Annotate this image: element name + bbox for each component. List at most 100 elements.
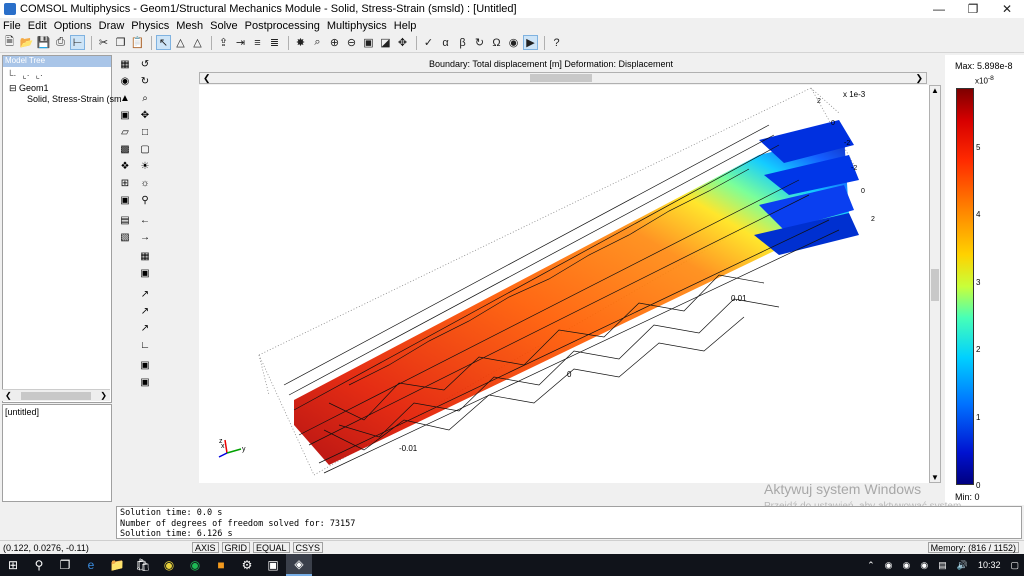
model-tree-toggle-icon[interactable]: ⊢ bbox=[70, 35, 85, 50]
physics-edge-icon[interactable]: ≡ bbox=[250, 35, 265, 50]
scroll-down-icon[interactable]: ▼ bbox=[931, 473, 939, 482]
draw-cylinder-icon[interactable]: ▣ bbox=[118, 108, 132, 122]
app-orange-icon[interactable]: ■ bbox=[208, 554, 234, 576]
arrow-left-icon[interactable]: ← bbox=[138, 213, 152, 227]
tree-view-icon[interactable]: └· bbox=[7, 70, 16, 80]
draw-copy-icon[interactable]: ❖ bbox=[118, 159, 132, 173]
zoom-selected-icon[interactable]: ◪ bbox=[378, 35, 393, 50]
zoom-window-icon[interactable]: ⌕ bbox=[310, 35, 325, 50]
tree-collapse-icon[interactable]: ⌞· bbox=[36, 70, 43, 81]
cut-icon[interactable]: ✂ bbox=[96, 35, 111, 50]
menu-postprocessing[interactable]: Postprocessing bbox=[245, 20, 320, 32]
solve-parametric-icon[interactable]: α bbox=[438, 35, 453, 50]
tree-node-solid-stress-strain[interactable]: Solid, Stress-Strain (sm bbox=[3, 94, 122, 104]
lighting-icon[interactable]: ☀ bbox=[138, 159, 152, 173]
view-xy-icon[interactable]: ↗ bbox=[138, 287, 152, 301]
draw-array-icon[interactable]: ▩ bbox=[118, 142, 132, 156]
view-yz-icon[interactable]: ↗ bbox=[138, 304, 152, 318]
scroll-left-icon[interactable]: ❮ bbox=[203, 73, 211, 84]
light-bulb-icon[interactable]: ⚲ bbox=[138, 193, 152, 207]
draw-block-icon[interactable]: ▦ bbox=[118, 57, 132, 71]
app-gear-icon[interactable]: ⚙ bbox=[234, 554, 260, 576]
view-increment-icon[interactable]: ▣ bbox=[138, 358, 152, 372]
draw-grid-icon[interactable]: ⊞ bbox=[118, 176, 132, 190]
spotify-icon[interactable]: ◉ bbox=[182, 554, 208, 576]
orbit-icon[interactable]: ↻ bbox=[138, 74, 152, 88]
start-icon[interactable]: ⊞ bbox=[0, 554, 26, 576]
tray-chevron-icon[interactable]: ⌃ bbox=[867, 560, 875, 571]
zoom-out-icon[interactable]: ⊖ bbox=[344, 35, 359, 50]
transparency-icon[interactable]: ▦ bbox=[138, 249, 152, 263]
chrome-icon[interactable]: ◉ bbox=[156, 554, 182, 576]
draw-camera-icon[interactable]: ▣ bbox=[118, 193, 132, 207]
zoom-extents-icon[interactable]: ▣ bbox=[361, 35, 376, 50]
headlight-icon[interactable]: ☼ bbox=[138, 176, 152, 190]
save-icon[interactable]: 💾 bbox=[36, 35, 51, 50]
draw-work-plane-icon[interactable]: ▱ bbox=[118, 125, 132, 139]
minimize-button[interactable]: — bbox=[922, 0, 956, 18]
draw-union-icon[interactable]: ▤ bbox=[118, 213, 132, 227]
scroll-thumb[interactable] bbox=[931, 269, 939, 301]
menu-edit[interactable]: Edit bbox=[28, 20, 47, 32]
menu-help[interactable]: Help bbox=[394, 20, 417, 32]
volume-icon[interactable]: 🔊 bbox=[957, 560, 968, 571]
axis-toggle-button[interactable]: AXIS bbox=[192, 542, 219, 553]
graphics-canvas[interactable]: -0.01 0 0.01 2 0 -2 -2 0 2 x 1e-3 z y x bbox=[199, 85, 929, 483]
draw-face-icon[interactable]: △ bbox=[190, 35, 205, 50]
photos-icon[interactable]: ▣ bbox=[260, 554, 286, 576]
grid-toggle-button[interactable]: GRID bbox=[221, 542, 251, 553]
omega-icon[interactable]: Ω bbox=[489, 35, 504, 50]
physics-point-icon[interactable]: ≣ bbox=[267, 35, 282, 50]
view-zx-icon[interactable]: ↗ bbox=[138, 321, 152, 335]
equal-toggle-button[interactable]: EQUAL bbox=[253, 542, 290, 553]
draw-sphere-icon[interactable]: ◉ bbox=[118, 74, 132, 88]
tray-app-icon[interactable]: ◉ bbox=[903, 560, 911, 571]
select-pointer-icon[interactable]: ↖ bbox=[156, 35, 171, 50]
move-view-icon[interactable]: ✥ bbox=[138, 108, 152, 122]
plot-parameters-icon[interactable]: ◉ bbox=[506, 35, 521, 50]
draw-difference-icon[interactable]: ▧ bbox=[118, 230, 132, 244]
rotate-icon[interactable]: ↺ bbox=[138, 57, 152, 71]
task-view-icon[interactable]: ❐ bbox=[52, 554, 78, 576]
tray-app-icon[interactable]: ◉ bbox=[920, 560, 928, 571]
solve-adaptive-icon[interactable]: β bbox=[455, 35, 470, 50]
network-icon[interactable]: ▤ bbox=[938, 560, 947, 571]
restart-solver-icon[interactable]: ↻ bbox=[472, 35, 487, 50]
select-box-icon[interactable]: □ bbox=[138, 125, 152, 139]
physics-subdomain-icon[interactable]: ⇪ bbox=[216, 35, 231, 50]
new-file-icon[interactable]: 🗎 bbox=[2, 35, 17, 50]
tree-expand-icon[interactable]: ⌞· bbox=[22, 70, 29, 81]
plot-vscroll[interactable]: ▲ ▼ bbox=[929, 85, 941, 483]
view-decrement-icon[interactable]: ▣ bbox=[138, 375, 152, 389]
notifications-icon[interactable]: ▢ bbox=[1010, 560, 1019, 571]
open-folder-icon[interactable]: 📂 bbox=[19, 35, 34, 50]
menu-mesh[interactable]: Mesh bbox=[176, 20, 203, 32]
store-icon[interactable]: 🛍 bbox=[130, 554, 156, 576]
physics-boundary-icon[interactable]: ⇥ bbox=[233, 35, 248, 50]
animate-icon[interactable]: ▶ bbox=[523, 35, 538, 50]
search-icon[interactable]: ⚲ bbox=[26, 554, 52, 576]
mesh-icon[interactable]: ✸ bbox=[293, 35, 308, 50]
scroll-right-icon[interactable]: ❯ bbox=[915, 73, 923, 84]
view-default-icon[interactable]: ∟ bbox=[138, 338, 152, 352]
clock[interactable]: 10:32 bbox=[978, 560, 1001, 570]
draw-cone-icon[interactable]: ▲ bbox=[118, 91, 132, 105]
model-tree-hscroll[interactable]: ❮ ❯ bbox=[2, 389, 110, 401]
select-region-icon[interactable]: ▢ bbox=[138, 142, 152, 156]
draw-triangle-icon[interactable]: △ bbox=[173, 35, 188, 50]
tree-node-geom1[interactable]: ⊟ Geom1 bbox=[3, 83, 111, 94]
move-axis-icon[interactable]: ✥ bbox=[395, 35, 410, 50]
comsol-taskbar-icon[interactable]: ◈ bbox=[286, 554, 312, 576]
scene-light-icon[interactable]: ▣ bbox=[138, 266, 152, 280]
close-button[interactable]: ✕ bbox=[990, 0, 1024, 18]
help-icon[interactable]: ? bbox=[549, 35, 564, 50]
plot-hscroll[interactable]: ❮ ❯ bbox=[199, 72, 927, 84]
zoom-in-icon[interactable]: ⊕ bbox=[327, 35, 342, 50]
solve-icon[interactable]: ✓ bbox=[421, 35, 436, 50]
menu-options[interactable]: Options bbox=[54, 20, 92, 32]
menu-draw[interactable]: Draw bbox=[99, 20, 125, 32]
tray-app-icon[interactable]: ◉ bbox=[885, 560, 893, 571]
scroll-thumb[interactable] bbox=[21, 391, 91, 400]
scroll-left-icon[interactable]: ❮ bbox=[5, 391, 12, 400]
menu-solve[interactable]: Solve bbox=[210, 20, 238, 32]
